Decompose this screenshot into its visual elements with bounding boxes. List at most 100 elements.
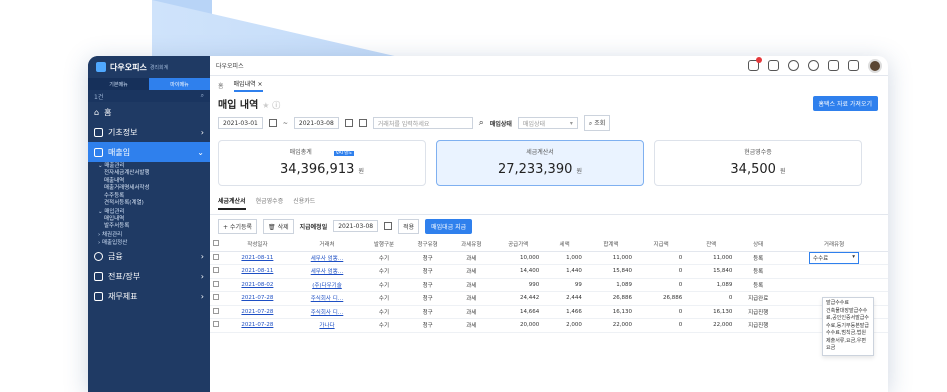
calendar-icon[interactable] xyxy=(358,119,367,127)
sidebar-group-bond[interactable]: › 채권관리 xyxy=(88,231,210,239)
column-header[interactable]: 거래처 xyxy=(291,237,363,252)
query-button[interactable]: ⌕ 조회 xyxy=(583,115,611,131)
row-checkbox[interactable] xyxy=(210,318,223,333)
trade-type-dropdown-menu: 발급수수료 건축물대장발급수수료,공인인증서발급수수료,등기부등본발급수수료,범… xyxy=(822,297,874,356)
sidebar-search[interactable]: 1건 ⌕ xyxy=(88,90,210,102)
grid-icon[interactable] xyxy=(848,60,859,71)
calendar-icon[interactable] xyxy=(384,222,393,230)
table-cell[interactable]: 세무사 엄뽕… xyxy=(291,251,363,265)
tab-tax-invoice[interactable]: 세금계산서 xyxy=(218,196,246,210)
delete-button[interactable]: 🗑 삭제 xyxy=(263,218,294,234)
due-date-input[interactable]: 2021-03-08 xyxy=(333,220,379,232)
sidebar-sub-item[interactable]: 발주서등록 xyxy=(88,223,210,231)
table-cell[interactable]: 세무사 엄뽕… xyxy=(291,264,363,279)
sidebar-group-sales-payment[interactable]: › 매출입정산 xyxy=(88,239,210,247)
select-all-checkbox[interactable] xyxy=(210,237,223,252)
search-icon[interactable]: ⌕ xyxy=(479,118,484,128)
tab-basic-menu[interactable]: 기본메뉴 xyxy=(88,78,149,90)
table-row[interactable]: 2021-08-11 세무사 엄뽕… 수기 청구 과세 10,000 1,000 11,000… xyxy=(210,251,888,265)
gear-icon[interactable] xyxy=(808,60,819,71)
help-icon[interactable] xyxy=(788,60,799,71)
table-cell: 11,000 xyxy=(686,251,737,265)
avatar[interactable] xyxy=(868,58,882,73)
table-cell[interactable]: (주)다우기술 xyxy=(291,278,363,292)
sidebar-sub-item[interactable]: 전자세금계산서발행 xyxy=(88,170,210,178)
table-cell[interactable]: 2021-08-11 xyxy=(222,264,292,279)
tab-cash-receipt[interactable]: 현금영수증 xyxy=(256,196,284,210)
sidebar-group-purchase[interactable]: ⌄ 매입관리 xyxy=(88,208,210,216)
card-cash-receipt[interactable]: 현금영수증 34,500 원 xyxy=(654,140,862,186)
table-cell[interactable]: 가나다 xyxy=(291,318,363,333)
table-cell: 수기 xyxy=(362,264,406,279)
breadcrumb[interactable]: 다우오피스 xyxy=(216,61,244,70)
column-header[interactable]: 잔액 xyxy=(686,237,737,252)
notification-icon[interactable] xyxy=(748,57,762,71)
pay-button[interactable]: 매입대금 지급 xyxy=(425,218,473,234)
sidebar-item-finance[interactable]: 금융 › xyxy=(88,247,210,267)
sidebar-item-financial-statement[interactable]: 재무제표 › xyxy=(88,287,210,307)
table-row[interactable]: 2021-07-28 가나다 수기 청구 과세 20,000 2,000 22,000 0 22,… xyxy=(210,318,888,333)
column-header[interactable]: 세액 xyxy=(543,237,586,252)
row-checkbox[interactable] xyxy=(210,278,223,292)
table-row[interactable]: 2021-07-28 주식회사 디… 수기 청구 과세 14,664 1,466 16,130… xyxy=(210,305,888,319)
calendar-icon[interactable] xyxy=(268,119,277,127)
apply-button[interactable]: 적용 xyxy=(398,218,420,234)
sidebar-sub-item[interactable]: 매출내역 xyxy=(88,178,210,186)
tab-my-menu[interactable]: 마이메뉴 xyxy=(149,78,210,90)
dropdown-option[interactable]: 건축물대장발급수수료,공인인증서발급수수료,등기부등본발급수수료,범칙금,법원제… xyxy=(826,308,870,353)
column-header[interactable]: 과세유형 xyxy=(449,237,494,252)
table-row[interactable]: 2021-07-28 주식회사 디… 수기 청구 과세 24,442 2,444 26,886… xyxy=(210,291,888,306)
sidebar-group-sales[interactable]: ⌄ 매출관리 xyxy=(88,162,210,170)
column-header[interactable]: 합계액 xyxy=(585,237,637,252)
sidebar-header[interactable]: 다우오피스 경리회계 xyxy=(88,56,210,78)
row-checkbox[interactable] xyxy=(210,305,223,319)
column-header[interactable]: 발행구분 xyxy=(362,237,406,252)
card-tax-invoice[interactable]: 세금계산서 27,233,390 원 xyxy=(436,140,644,186)
sidebar-item-basic-info[interactable]: 기초정보 › xyxy=(88,122,210,142)
tab-current[interactable]: 매입내역 × xyxy=(233,79,263,92)
sidebar-item-home[interactable]: ⌂ 홈 xyxy=(88,102,210,122)
column-header[interactable]: 청구유형 xyxy=(405,237,450,252)
row-checkbox[interactable] xyxy=(210,291,223,306)
tab-home[interactable]: 홈 xyxy=(218,81,224,90)
calendar-icon[interactable] xyxy=(344,119,353,127)
table-cell[interactable]: 2021-08-11 xyxy=(222,251,292,265)
import-hometax-button[interactable]: 홈택스 자료 가져오기 xyxy=(812,95,878,111)
table-cell[interactable]: 2021-07-28 xyxy=(222,291,292,306)
sidebar-sub-item[interactable]: 수주등록 xyxy=(88,193,210,201)
table-cell: 15,840 xyxy=(585,264,637,279)
table-cell[interactable]: 2021-08-02 xyxy=(222,278,292,292)
table-cell[interactable]: 주식회사 디… xyxy=(291,305,363,319)
start-date-input[interactable]: 2021-03-01 xyxy=(218,117,263,129)
row-checkbox[interactable] xyxy=(210,264,223,279)
search-input[interactable]: 거래처를 입력하세요 xyxy=(372,117,473,129)
star-icon[interactable]: ★ ⓘ xyxy=(262,101,280,110)
column-header[interactable]: 작성일자 xyxy=(222,237,292,252)
table-row[interactable]: 2021-08-02 (주)다우기술 수기 청구 과세 990 99 1,089 0 1,089 등… xyxy=(210,278,888,292)
card-purchase-total[interactable]: 매입총계 VAT별도 34,396,913 원 xyxy=(218,140,426,186)
column-header[interactable]: 상태 xyxy=(736,237,781,252)
add-manual-button[interactable]: + 수기등록 xyxy=(218,218,258,234)
bell-icon[interactable] xyxy=(828,60,839,71)
sidebar-item-ledger[interactable]: 전표/장부 › xyxy=(88,267,210,287)
close-icon[interactable]: × xyxy=(258,81,263,88)
sidebar-sub-item[interactable]: 매출거래명세서작성 xyxy=(88,185,210,193)
tab-credit-card[interactable]: 신용카드 xyxy=(293,196,315,210)
sidebar-sub-item[interactable]: 견적서등록(계열) xyxy=(88,200,210,208)
sidebar-item-sales-purchase[interactable]: 매출입 ⌄ xyxy=(88,142,210,162)
calculator-icon[interactable] xyxy=(768,60,779,71)
sidebar-sub-item[interactable]: 매입내역 xyxy=(88,216,210,224)
trade-type-select[interactable]: 수수료 ▾ xyxy=(809,251,860,264)
row-checkbox[interactable] xyxy=(210,251,223,265)
column-header[interactable]: 지급액 xyxy=(636,237,687,252)
search-icon[interactable]: ⌕ xyxy=(201,92,204,100)
column-header[interactable]: 공급가액 xyxy=(493,237,544,252)
dropdown-option[interactable]: 발급수수료 xyxy=(826,300,870,308)
table-cell[interactable]: 주식회사 디… xyxy=(291,291,363,306)
column-header[interactable]: 거래유형 xyxy=(780,237,888,252)
end-date-input[interactable]: 2021-03-08 xyxy=(293,117,339,129)
status-select[interactable]: 매입상태 ▾ xyxy=(517,117,578,129)
table-cell[interactable]: 2021-07-28 xyxy=(222,318,292,333)
table-row[interactable]: 2021-08-11 세무사 엄뽕… 수기 청구 과세 14,400 1,440 15,840… xyxy=(210,264,888,279)
table-cell[interactable]: 2021-07-28 xyxy=(222,305,292,319)
